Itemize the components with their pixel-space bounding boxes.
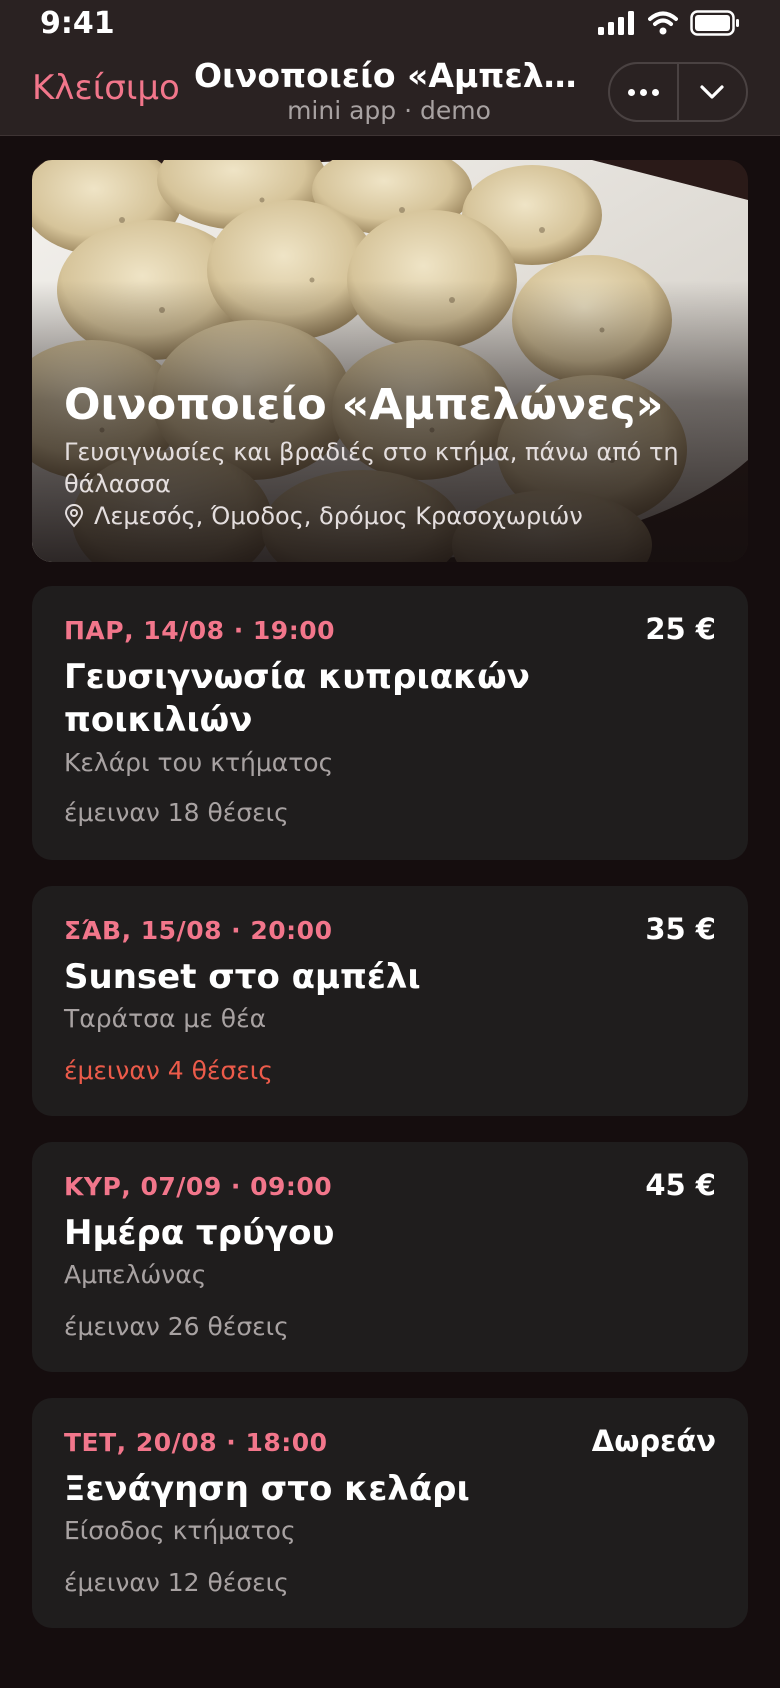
hero-card: Οινοποιείο «Αμπελώνες» Γευσιγνωσίες και …: [32, 160, 748, 562]
event-date: ΤΕΤ, 20/08 · 18:00: [64, 1428, 328, 1457]
event-title: Sunset στο αμπέλι: [64, 957, 421, 997]
mini-app-header: Κλείσιμο Οινοποιείο «Αμπελώνες» mini app…: [0, 50, 780, 136]
battery-icon: [690, 10, 739, 36]
hero-location-text: Λεμεσός, Όμοδος, δρόμος Κρασοχωριών: [94, 502, 583, 530]
signal-icon: [598, 11, 634, 35]
event-price: 45 €: [645, 1168, 716, 1202]
more-dots-icon: [628, 88, 660, 96]
event-place: Κελάρι του κτήματος: [64, 748, 334, 777]
status-icons: [598, 10, 740, 36]
event-place: Ταράτσα με θέα: [64, 1004, 267, 1033]
event-title: Γευσιγνωσία κυπριακών ποικιλιών: [64, 657, 530, 740]
event-price: 35 €: [645, 912, 716, 946]
hero-description: Γευσιγνωσίες και βραδιές στο κτήμα, πάνω…: [64, 438, 679, 498]
event-place: Είσοδος κτήματος: [64, 1516, 296, 1545]
event-place: Αμπελώνας: [64, 1260, 207, 1289]
chevron-down-icon: [700, 85, 725, 99]
event-card[interactable]: ΚΥΡ, 07/09 · 09:00 45 € Ημέρα τρύγου Αμπ…: [32, 1142, 748, 1372]
map-pin-icon: [64, 504, 84, 528]
status-bar: 9:41: [0, 0, 780, 50]
wifi-icon: [648, 11, 678, 35]
header-actions: [608, 62, 748, 122]
hero-location: Λεμεσός, Όμοδος, δρόμος Κρασοχωριών: [64, 502, 583, 530]
event-card[interactable]: ΤΕΤ, 20/08 · 18:00 Δωρεάν Ξενάγηση στο κ…: [32, 1398, 748, 1628]
status-time: 9:41: [40, 6, 115, 41]
event-seats: έμειναν 4 θέσεις: [64, 1056, 273, 1085]
event-price: 25 €: [645, 612, 716, 646]
event-date: ΚΥΡ, 07/09 · 09:00: [64, 1172, 333, 1201]
hero-title: Οινοποιείο «Αμπελώνες»: [64, 380, 664, 430]
header-title: Οινοποιείο «Αμπελώνες»: [194, 56, 584, 95]
event-card[interactable]: ΣΆΒ, 15/08 · 20:00 35 € Sunset στο αμπέλ…: [32, 886, 748, 1116]
more-button[interactable]: [610, 64, 677, 120]
event-title: Ξενάγηση στο κελάρι: [64, 1469, 470, 1509]
event-date: ΠΑΡ, 14/08 · 19:00: [64, 616, 335, 645]
close-button[interactable]: Κλείσιμο: [32, 68, 180, 108]
header-subtitle: mini app · demo: [287, 96, 491, 125]
event-date: ΣΆΒ, 15/08 · 20:00: [64, 916, 333, 945]
event-seats: έμειναν 12 θέσεις: [64, 1568, 289, 1597]
collapse-button[interactable]: [679, 64, 746, 120]
event-card[interactable]: ΠΑΡ, 14/08 · 19:00 25 € Γευσιγνωσία κυπρ…: [32, 586, 748, 860]
event-seats: έμειναν 26 θέσεις: [64, 1312, 289, 1341]
event-title: Ημέρα τρύγου: [64, 1213, 335, 1253]
event-price: Δωρεάν: [591, 1424, 716, 1458]
event-seats: έμειναν 18 θέσεις: [64, 798, 289, 827]
